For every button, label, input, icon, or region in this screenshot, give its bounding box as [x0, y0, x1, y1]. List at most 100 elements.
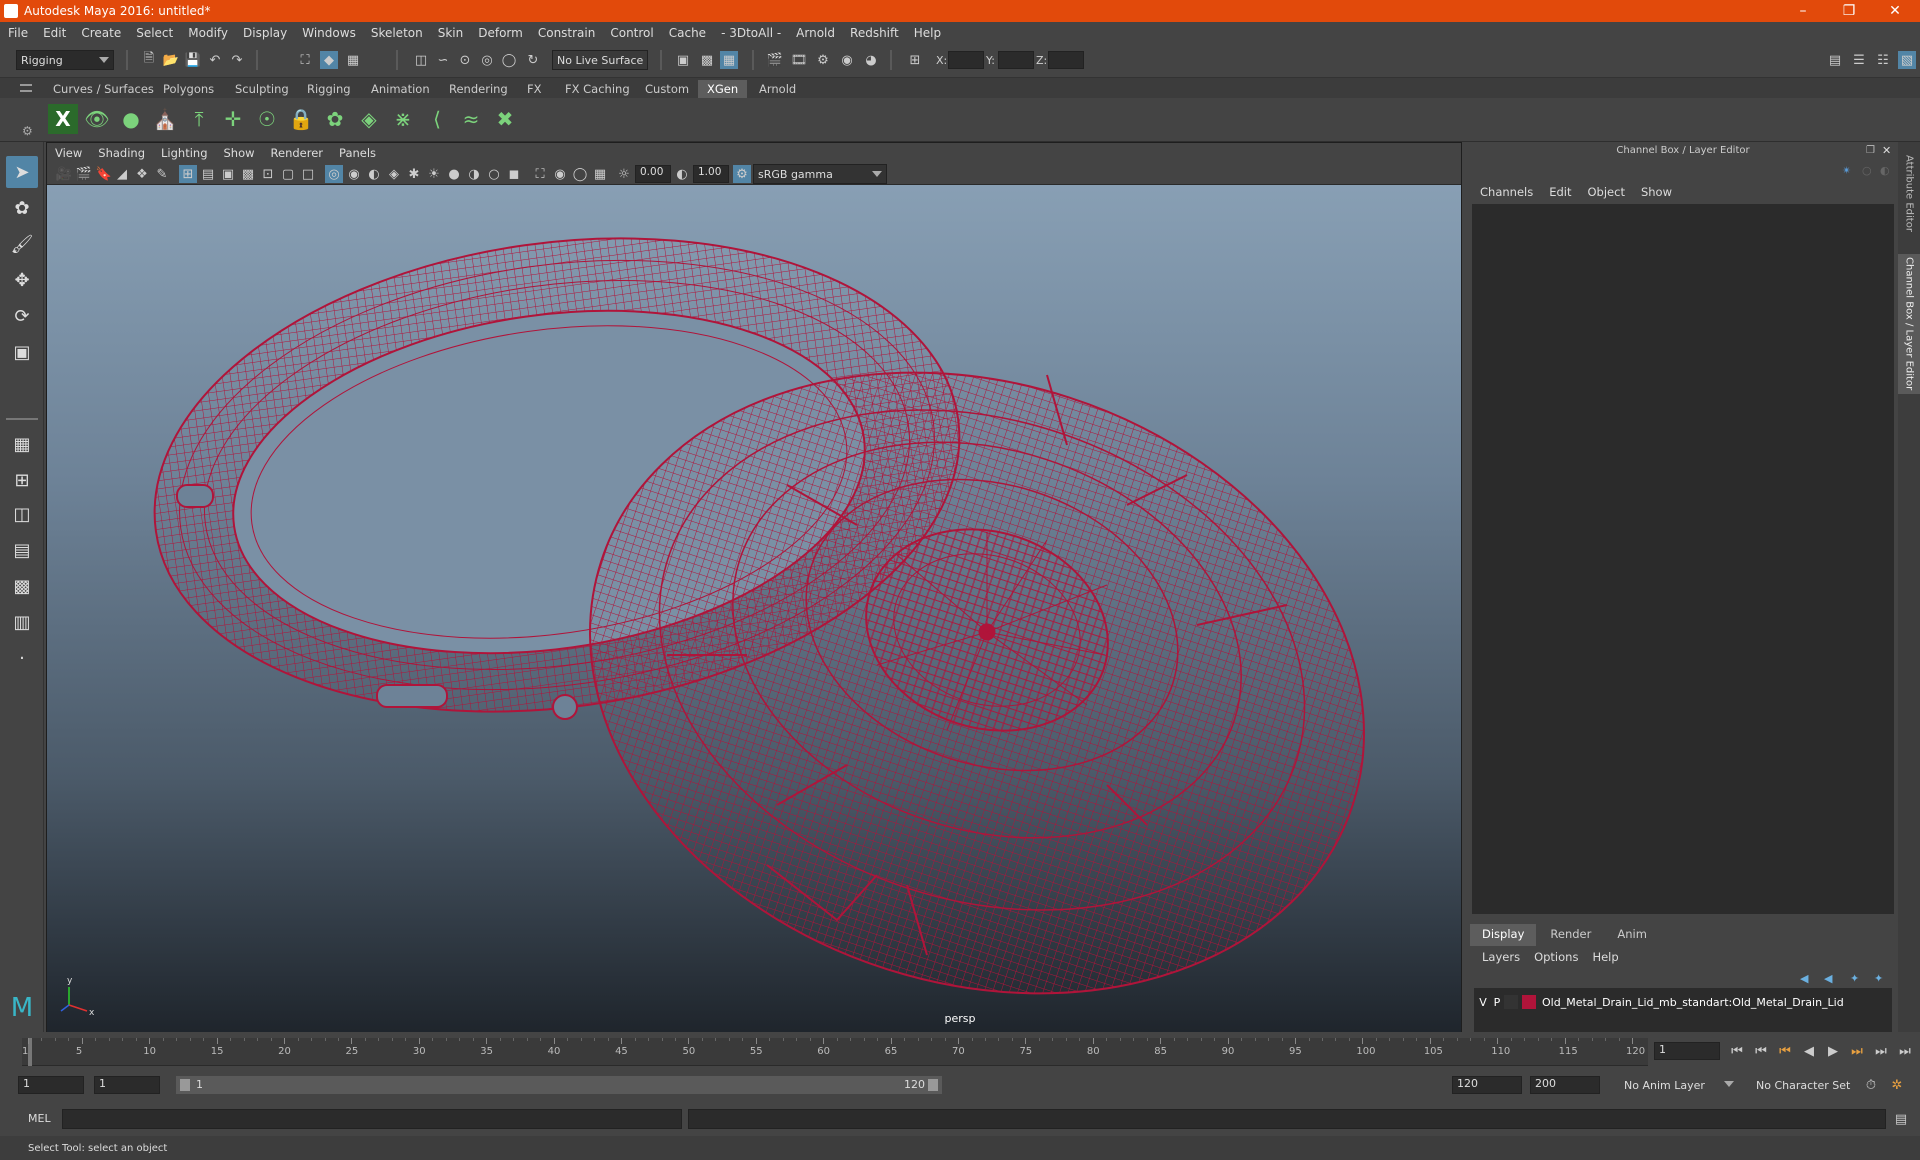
cb-menu-object[interactable]: Object	[1588, 185, 1625, 199]
viewport-menu-show[interactable]: Show	[224, 146, 255, 160]
layer-playback-toggle[interactable]: P	[1490, 996, 1504, 1009]
menu-deform[interactable]: Deform	[478, 26, 523, 40]
range-slider-bar[interactable]: 1 120	[176, 1076, 942, 1094]
menu-help[interactable]: Help	[914, 26, 941, 40]
layer-row[interactable]: V P Old_Metal_Drain_Lid_mb_standart:Old_…	[1476, 992, 1890, 1012]
persp-graph-layout-icon[interactable]: ▤	[6, 534, 38, 566]
attribute-editor-toggle-icon[interactable]: ☰	[1850, 51, 1868, 69]
snap-view-icon[interactable]: ◎	[478, 51, 496, 69]
close-panel-icon[interactable]: ✕	[1882, 144, 1891, 157]
xray-active-icon[interactable]: ◯	[571, 165, 589, 183]
snap-point-icon[interactable]: ⊙	[456, 51, 474, 69]
grid-toggle-icon[interactable]: ⊞	[179, 165, 197, 183]
step-forward-frame-icon[interactable]: ⏭	[1872, 1042, 1890, 1060]
field-chart-icon[interactable]: ⊡	[259, 165, 277, 183]
xray-joints-icon[interactable]: ▦	[591, 165, 609, 183]
grease-pencil-icon[interactable]: ✎	[153, 165, 171, 183]
film-gate-icon[interactable]: ▤	[199, 165, 217, 183]
xgen-lock-length-icon[interactable]: 🔒	[286, 104, 316, 134]
new-scene-icon[interactable]: 🗎	[140, 51, 158, 69]
depth-of-field-icon[interactable]: ◼	[505, 165, 523, 183]
persp-outliner-layout-icon[interactable]: ▩	[6, 570, 38, 602]
two-view-layout-icon[interactable]: ◫	[6, 498, 38, 530]
go-to-start-icon[interactable]: ⏮	[1728, 1042, 1746, 1060]
layer-menu-layers[interactable]: Layers	[1482, 950, 1520, 964]
character-set-dropdown[interactable]: No Character Set	[1752, 1075, 1864, 1095]
xgen-remove-icon[interactable]: ✖	[490, 104, 520, 134]
y-field[interactable]	[998, 51, 1034, 69]
menu-skeleton[interactable]: Skeleton	[371, 26, 423, 40]
xgen-curves-icon[interactable]: ⟨	[422, 104, 452, 134]
render-settings-icon[interactable]: ⚙	[814, 51, 832, 69]
float-panel-icon[interactable]: ❐	[1866, 145, 1875, 156]
wireframe-shading-icon[interactable]: ◎	[325, 165, 343, 183]
shelf-tab-fx[interactable]: FX	[518, 80, 551, 98]
layer-tab-display[interactable]: Display	[1470, 924, 1537, 946]
shelf-tab-rigging[interactable]: Rigging	[298, 80, 360, 98]
layer-tab-anim[interactable]: Anim	[1605, 924, 1659, 946]
color-management-icon[interactable]: ⚙	[733, 165, 751, 183]
outliner-layout-icon[interactable]: ▥	[6, 606, 38, 638]
menu-modify[interactable]: Modify	[188, 26, 228, 40]
snap-grid-icon[interactable]: ◫	[412, 51, 430, 69]
save-scene-icon[interactable]: 💾	[184, 51, 202, 69]
arnold-render-icon[interactable]: ◕	[862, 51, 880, 69]
axes-icon[interactable]: ✴	[1842, 164, 1851, 177]
ipr-render-icon[interactable]: 🎞	[790, 51, 808, 69]
cb-menu-show[interactable]: Show	[1641, 185, 1672, 199]
viewport-panel[interactable]: View Shading Lighting Show Renderer Pane…	[46, 142, 1462, 1032]
viewport-menu-renderer[interactable]: Renderer	[271, 146, 324, 160]
bookmark-icon[interactable]: 🔖	[95, 165, 113, 183]
command-language-label[interactable]: MEL	[28, 1112, 51, 1125]
safe-title-icon[interactable]: □	[299, 165, 317, 183]
viewport-menu-view[interactable]: View	[55, 146, 82, 160]
current-frame-field[interactable]: 1	[1654, 1042, 1720, 1060]
shelf-tab-curves[interactable]: Curves / Surfaces	[44, 80, 163, 98]
resolution-gate-icon[interactable]: ▣	[219, 165, 237, 183]
xray-icon[interactable]: ◉	[551, 165, 569, 183]
go-to-end-icon[interactable]: ⏭	[1896, 1042, 1914, 1060]
live-surface-field[interactable]: No Live Surface	[552, 50, 648, 70]
new-empty-layer-icon[interactable]: ✦	[1850, 972, 1859, 985]
range-start-handle[interactable]	[180, 1079, 190, 1091]
anim-layer-dropdown[interactable]: No Anim Layer	[1620, 1075, 1738, 1095]
z-field[interactable]	[1048, 51, 1084, 69]
viewport-menu-shading[interactable]: Shading	[98, 146, 145, 160]
four-view-layout-icon[interactable]: ⊞	[6, 464, 38, 496]
select-components-icon[interactable]: ▦	[344, 51, 362, 69]
playback-start-field[interactable]: 1	[94, 1076, 160, 1094]
xgen-create-description-icon[interactable]: ●	[116, 104, 146, 134]
shelf-tab-polygons[interactable]: Polygons	[154, 80, 223, 98]
close-icon[interactable]: ✕	[1872, 0, 1918, 22]
screen-space-ao-icon[interactable]: ●	[445, 165, 463, 183]
drain-lid-wireframe[interactable]: y x	[47, 185, 1461, 1032]
channel-box-side-tab[interactable]: Channel Box / Layer Editor	[1898, 254, 1920, 394]
layer-display-type[interactable]	[1504, 995, 1518, 1009]
tool-settings-icon[interactable]: ☷	[1874, 51, 1892, 69]
menu-constrain[interactable]: Constrain	[538, 26, 596, 40]
move-tool-icon[interactable]: ✥	[6, 264, 38, 296]
shelf-options-icon[interactable]: ⚙	[22, 106, 34, 138]
menu-cache[interactable]: Cache	[669, 26, 706, 40]
channel-box-area[interactable]	[1472, 204, 1894, 914]
shelf-tab-animation[interactable]: Animation	[362, 80, 439, 98]
image-plane-icon[interactable]: ◢	[113, 165, 131, 183]
menu-windows[interactable]: Windows	[302, 26, 356, 40]
hypershade-icon[interactable]: ◉	[838, 51, 856, 69]
redo-icon[interactable]: ↷	[228, 51, 246, 69]
snap-surface-icon[interactable]: ◯	[500, 51, 518, 69]
gate-mask-icon[interactable]: ▩	[239, 165, 257, 183]
rotate-tool-icon[interactable]: ⟳	[6, 300, 38, 332]
exposure-icon[interactable]: ☼	[615, 165, 633, 183]
shelf-tab-arnold[interactable]: Arnold	[750, 80, 805, 98]
range-end-handle[interactable]	[928, 1079, 938, 1091]
layer-visibility-toggle[interactable]: V	[1476, 996, 1490, 1009]
single-view-layout-icon[interactable]: ▦	[6, 428, 38, 460]
transform-mode-icon[interactable]: ⊞	[906, 51, 924, 69]
input-output-icon[interactable]: ▩	[698, 51, 716, 69]
move-layer-up-icon[interactable]: ◀	[1800, 972, 1808, 985]
playback-end-field[interactable]: 120	[1452, 1076, 1522, 1094]
step-back-key-icon[interactable]: ⏮	[1776, 1042, 1794, 1060]
shelf-tab-custom[interactable]: Custom	[636, 80, 698, 98]
time-slider-track[interactable]: 1 5 10 15 20 25 30 35 40 45 50 55 60 65 70 75 80 85 90 95 10…	[22, 1038, 1648, 1066]
